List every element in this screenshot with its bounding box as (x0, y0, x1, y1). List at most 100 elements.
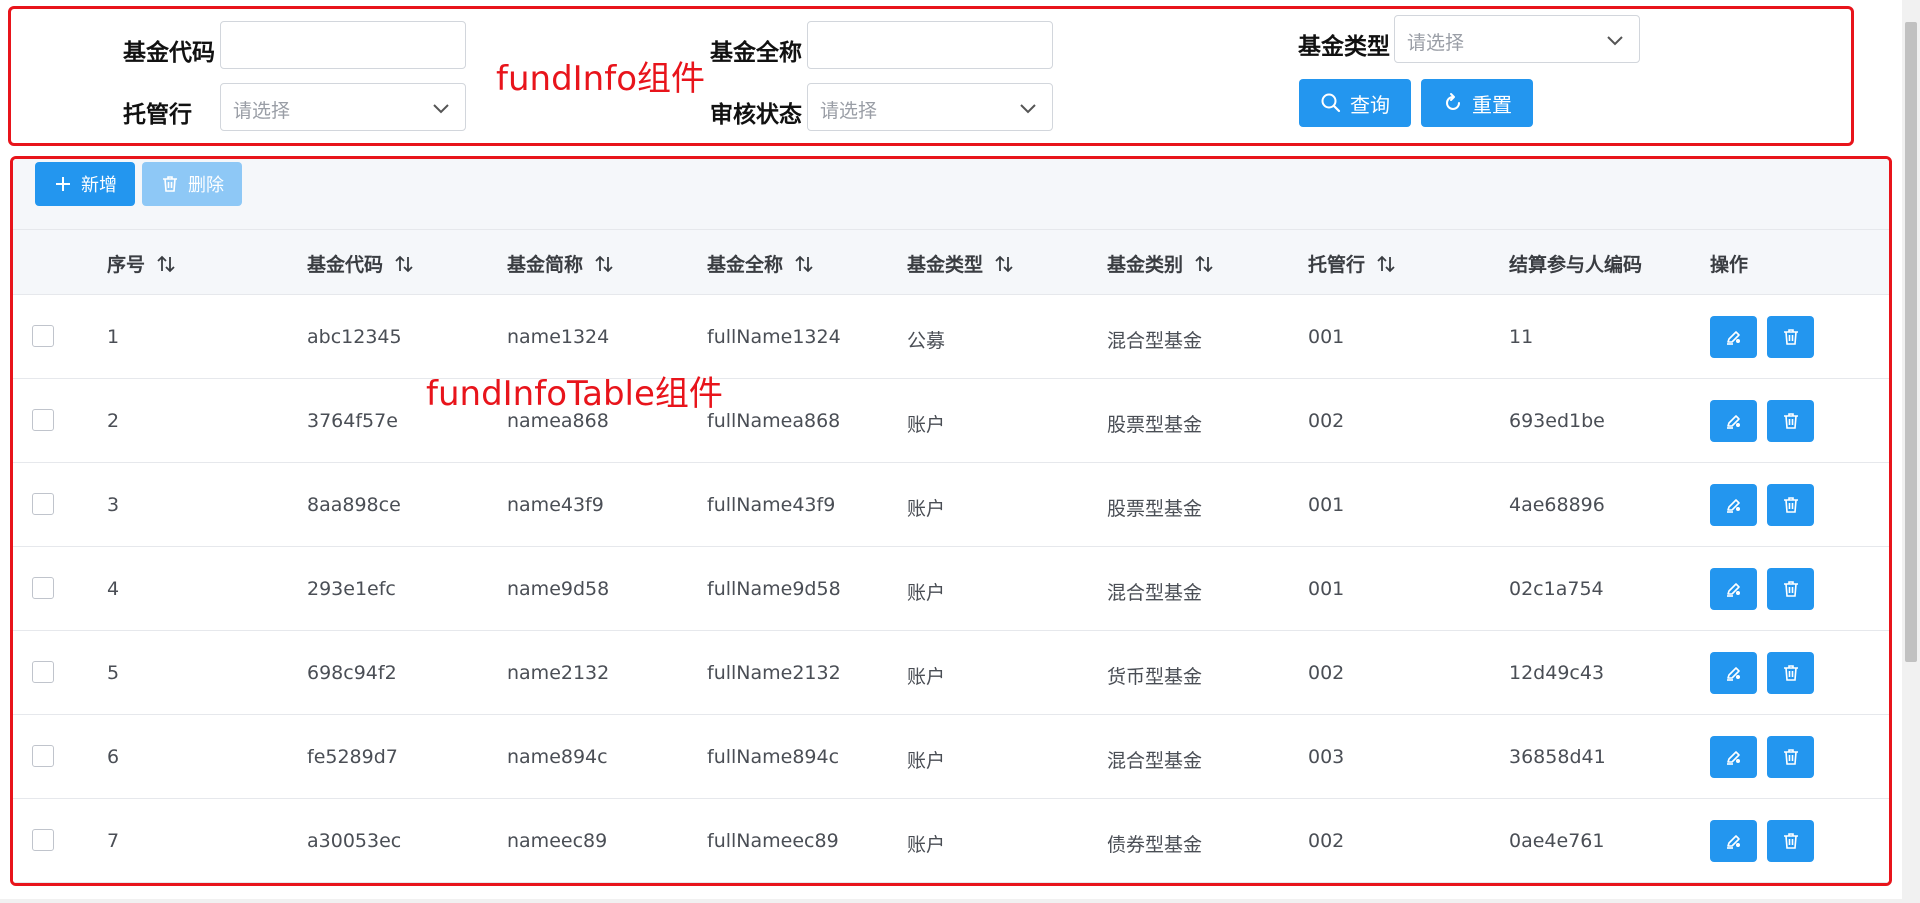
cell-custodian: 001 (1308, 326, 1345, 348)
trash-icon (1783, 413, 1798, 429)
sort-icon (1377, 255, 1395, 272)
delete-row-button[interactable] (1767, 652, 1814, 694)
delete-row-button[interactable] (1767, 400, 1814, 442)
edit-button[interactable] (1710, 316, 1757, 358)
delete-button[interactable]: 删除 (142, 162, 242, 206)
delete-row-button[interactable] (1767, 736, 1814, 778)
edit-button[interactable] (1710, 652, 1757, 694)
cell-fund-type: 公募 (907, 330, 946, 352)
audit-status-select[interactable]: 请选择 (807, 83, 1053, 131)
vertical-scrollbar[interactable] (1902, 0, 1920, 903)
cell-fund-category: 混合型基金 (1107, 330, 1203, 352)
add-button-label: 新增 (81, 175, 117, 196)
custodian-select[interactable]: 请选择 (220, 83, 466, 131)
cell-fund-fullname: fullName2132 (707, 662, 841, 684)
col-custodian-header[interactable]: 托管行 (1308, 250, 1397, 277)
col-index-header[interactable]: 序号 (107, 250, 177, 277)
cell-fund-short-name: name43f9 (507, 494, 604, 516)
cell-settlement-code: 02c1a754 (1509, 578, 1604, 600)
cell-fund-fullname: fullNamea868 (707, 410, 841, 432)
row-checkbox[interactable] (32, 829, 54, 851)
sort-icon (595, 255, 613, 272)
col-fund-category-header[interactable]: 基金类别 (1107, 250, 1215, 277)
col-settlement-code-header: 结算参与人编码 (1509, 250, 1642, 277)
custodian-label: 托管行 (123, 102, 192, 128)
edit-icon (1726, 835, 1740, 849)
row-checkbox[interactable] (32, 577, 54, 599)
edit-button[interactable] (1710, 820, 1757, 862)
cell-fund-type: 账户 (907, 750, 946, 772)
delete-row-button[interactable] (1767, 568, 1814, 610)
fund-type-select[interactable]: 请选择 (1394, 15, 1640, 63)
fund-info-search-panel: 基金代码 基金全称 基金类型 请选择 托管行 请选择 审核状态 请选择 查询 重… (8, 6, 1854, 146)
add-button[interactable]: 新增 (35, 162, 135, 206)
fund-fullname-input[interactable] (807, 21, 1053, 69)
sort-icon (795, 255, 813, 272)
table-row: 3 8aa898ce name43f9 fullName43f9 账户 股票型基金 001 4… (13, 463, 1889, 547)
fund-code-label: 基金代码 (123, 40, 215, 66)
row-checkbox[interactable] (32, 409, 54, 431)
edit-icon (1726, 415, 1740, 429)
col-fund-type-header[interactable]: 基金类型 (907, 250, 1015, 277)
reset-button-label: 重置 (1472, 92, 1512, 117)
edit-button[interactable] (1710, 568, 1757, 610)
row-checkbox[interactable] (32, 493, 54, 515)
cell-fund-code: 698c94f2 (307, 662, 397, 684)
search-icon (1321, 93, 1341, 113)
delete-row-button[interactable] (1767, 820, 1814, 862)
sort-icon (395, 255, 413, 272)
cell-custodian: 001 (1308, 578, 1345, 600)
row-checkbox[interactable] (32, 661, 54, 683)
row-checkbox[interactable] (32, 325, 54, 347)
cell-fund-fullname: fullName1324 (707, 326, 841, 348)
cell-fund-code: fe5289d7 (307, 746, 398, 768)
cell-fund-short-name: name2132 (507, 662, 610, 684)
trash-icon (1783, 833, 1798, 849)
col-fund-fullname-header[interactable]: 基金全称 (707, 250, 815, 277)
cell-fund-code: 3764f57e (307, 410, 398, 432)
edit-button[interactable] (1710, 736, 1757, 778)
delete-row-button[interactable] (1767, 484, 1814, 526)
col-fund-category-label: 基金类别 (1107, 254, 1184, 276)
col-fund-code-header[interactable]: 基金代码 (307, 250, 415, 277)
audit-status-label: 审核状态 (710, 102, 802, 128)
cell-index: 7 (107, 830, 120, 852)
cell-settlement-code: 4ae68896 (1509, 494, 1605, 516)
table-row: 7 a30053ec nameec89 fullNameec89 账户 债券型基金 002 0… (13, 799, 1889, 883)
trash-icon (163, 176, 177, 192)
cell-fund-category: 股票型基金 (1107, 414, 1203, 436)
trash-icon (1783, 581, 1798, 597)
scrollbar-thumb[interactable] (1905, 22, 1917, 662)
cell-fund-short-name: name1324 (507, 326, 610, 348)
cell-fund-code: a30053ec (307, 830, 402, 852)
reset-button[interactable]: 重置 (1421, 79, 1533, 127)
edit-icon (1726, 667, 1740, 681)
table-header: 序号 基金代码 基金简称 基金全称 基金类型 基金类别 托管行 结算参与人编码 (13, 229, 1889, 295)
table-toolbar: 新增 删除 (13, 159, 1889, 229)
col-custodian-label: 托管行 (1308, 254, 1366, 276)
cell-index: 2 (107, 410, 120, 432)
cell-fund-short-name: nameec89 (507, 830, 608, 852)
table-row: 4 293e1efc name9d58 fullName9d58 账户 混合型基金 001 0… (13, 547, 1889, 631)
search-component-annotation: fundInfo组件 (496, 59, 705, 99)
search-button[interactable]: 查询 (1299, 79, 1411, 127)
horizontal-scrollbar[interactable] (0, 899, 1902, 903)
edit-icon (1726, 583, 1740, 597)
edit-button[interactable] (1710, 400, 1757, 442)
col-fund-short-name-header[interactable]: 基金简称 (507, 250, 615, 277)
col-fund-type-label: 基金类型 (907, 254, 984, 276)
col-actions-header: 操作 (1710, 250, 1748, 277)
fund-fullname-label: 基金全称 (710, 40, 802, 66)
delete-row-button[interactable] (1767, 316, 1814, 358)
audit-status-placeholder: 请选择 (820, 100, 878, 122)
cell-fund-category: 混合型基金 (1107, 750, 1203, 772)
row-checkbox[interactable] (32, 745, 54, 767)
refresh-icon (1446, 93, 1460, 110)
sort-icon (995, 255, 1013, 272)
fund-type-placeholder: 请选择 (1407, 32, 1465, 54)
cell-fund-category: 混合型基金 (1107, 582, 1203, 604)
cell-settlement-code: 693ed1be (1509, 410, 1605, 432)
edit-button[interactable] (1710, 484, 1757, 526)
fund-code-input[interactable] (220, 21, 466, 69)
cell-custodian: 003 (1308, 746, 1345, 768)
